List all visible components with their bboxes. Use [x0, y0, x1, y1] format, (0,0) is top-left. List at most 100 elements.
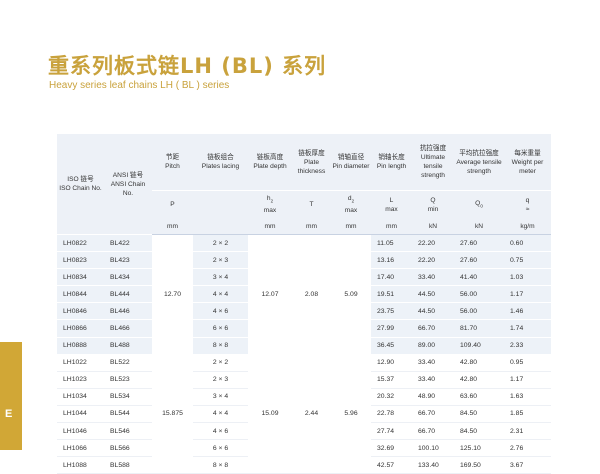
iso-chain-no: LH0823: [57, 251, 104, 270]
pin-length: 42.57: [371, 456, 412, 474]
column-unit-9: kN: [454, 218, 504, 235]
tensile-strength-average: 81.70: [454, 319, 504, 338]
plates-lacing: 2 × 2: [193, 234, 248, 253]
column-symbol-9: Q0: [454, 190, 504, 218]
ansi-chain-no: BL423: [104, 251, 152, 270]
iso-chain-no: LH0846: [57, 302, 104, 321]
plates-lacing: 4 × 6: [193, 302, 248, 321]
pin-length: 27.99: [371, 319, 412, 338]
pin-length: 12.90: [371, 354, 412, 372]
tensile-strength-min: 33.40: [412, 354, 454, 372]
table-group-pitch-15-875: LH1022 BL522 15.875 2 × 2 15.09 2.44 5.96 12.90…: [57, 354, 551, 474]
plates-lacing: 6 × 6: [193, 439, 248, 458]
pitch-value: 15.875: [152, 354, 193, 474]
pin-length: 11.05: [371, 234, 412, 253]
column-header-8: 抗拉强度 Ultimate tensile strength: [412, 134, 454, 191]
plates-lacing: 6 × 6: [193, 319, 248, 338]
iso-chain-no: LH1023: [57, 371, 104, 389]
plate-depth-value: 15.09: [248, 354, 292, 474]
pin-diameter-value: 5.09: [331, 234, 371, 355]
column-header-6: 销轴直径 Pin diameter: [331, 134, 371, 191]
column-symbol-2: P: [152, 190, 193, 218]
tensile-strength-average: 41.40: [454, 268, 504, 287]
plates-lacing: 3 × 4: [193, 388, 248, 406]
pin-length: 22.78: [371, 405, 412, 424]
plates-lacing: 3 × 4: [193, 268, 248, 287]
ansi-chain-no: BL444: [104, 285, 152, 304]
weight-per-meter: 1.46: [504, 302, 551, 321]
tensile-strength-min: 66.70: [412, 405, 454, 424]
weight-per-meter: 2.76: [504, 439, 551, 458]
column-unit-10: kg/m: [504, 218, 551, 235]
tensile-strength-min: 22.20: [412, 234, 454, 253]
iso-chain-no: LH0822: [57, 234, 104, 253]
weight-per-meter: 1.63: [504, 388, 551, 406]
weight-per-meter: 1.85: [504, 405, 551, 424]
tensile-strength-min: 22.20: [412, 251, 454, 270]
iso-chain-no: LH0844: [57, 285, 104, 304]
iso-chain-no: LH1088: [57, 456, 104, 474]
column-unit-6: mm: [331, 218, 371, 235]
pitch-value: 12.70: [152, 234, 193, 355]
tensile-strength-min: 33.40: [412, 371, 454, 389]
column-header-4: 链板高度 Plate depth: [248, 134, 292, 191]
plate-depth-value: 12.07: [248, 234, 292, 355]
weight-per-meter: 2.31: [504, 422, 551, 441]
table-row: LH1022 BL522 15.875 2 × 2 15.09 2.44 5.96 12.90…: [57, 354, 551, 474]
tensile-strength-min: 89.00: [412, 337, 454, 355]
plates-lacing: 2 × 2: [193, 354, 248, 372]
tensile-strength-min: 44.50: [412, 302, 454, 321]
column-header-5: 链板厚度 Plate thickness: [292, 134, 331, 191]
column-symbol-6: d2 max: [331, 190, 371, 218]
weight-per-meter: 3.67: [504, 456, 551, 474]
tensile-strength-average: 84.50: [454, 405, 504, 424]
tensile-strength-average: 84.50: [454, 422, 504, 441]
weight-per-meter: 1.03: [504, 268, 551, 287]
iso-chain-no: LH1066: [57, 439, 104, 458]
ansi-chain-no: BL446: [104, 302, 152, 321]
plates-lacing: 4 × 4: [193, 285, 248, 304]
ansi-chain-no: BL546: [104, 422, 152, 441]
pin-length: 20.32: [371, 388, 412, 406]
plates-lacing: 2 × 3: [193, 251, 248, 270]
table-header: ISO 链号 ISO Chain No. ANSI 链号 ANSI Chain No.…: [57, 134, 551, 235]
section-tab: E: [0, 342, 22, 450]
weight-per-meter: 1.74: [504, 319, 551, 338]
pin-length: 17.40: [371, 268, 412, 287]
pin-diameter-value: 5.96: [331, 354, 371, 474]
weight-per-meter: 0.95: [504, 354, 551, 372]
column-unit-4: mm: [248, 218, 292, 235]
plate-thickness-value: 2.08: [292, 234, 331, 355]
table-row: LH0822 BL422 12.70 2 × 2 12.07 2.08 5.09 11.05 2…: [57, 234, 551, 355]
leaf-chain-spec-table: ISO 链号 ISO Chain No. ANSI 链号 ANSI Chain No.…: [57, 134, 551, 474]
column-symbol-3: [193, 190, 248, 218]
ansi-chain-no: BL466: [104, 319, 152, 338]
tensile-strength-average: 42.80: [454, 354, 504, 372]
tensile-strength-average: 169.50: [454, 456, 504, 474]
ansi-chain-no: BL523: [104, 371, 152, 389]
plates-lacing: 8 × 8: [193, 337, 248, 355]
tensile-strength-min: 33.40: [412, 268, 454, 287]
page-subtitle: Heavy series leaf chains LH ( BL ) serie…: [49, 80, 230, 91]
weight-per-meter: 2.33: [504, 337, 551, 355]
column-unit-7: mm: [371, 218, 412, 235]
plates-lacing: 8 × 8: [193, 456, 248, 474]
tensile-strength-min: 48.90: [412, 388, 454, 406]
iso-chain-no: LH0834: [57, 268, 104, 287]
weight-per-meter: 1.17: [504, 371, 551, 389]
pin-length: 13.16: [371, 251, 412, 270]
table-group-pitch-12-70: LH0822 BL422 12.70 2 × 2 12.07 2.08 5.09 11.05 2…: [57, 234, 551, 355]
tensile-strength-average: 42.80: [454, 371, 504, 389]
column-symbol-8: Qmin: [412, 190, 454, 218]
plates-lacing: 4 × 4: [193, 405, 248, 424]
tensile-strength-average: 56.00: [454, 302, 504, 321]
ansi-chain-no: BL488: [104, 337, 152, 355]
ansi-chain-no: BL566: [104, 439, 152, 458]
tensile-strength-average: 56.00: [454, 285, 504, 304]
plates-lacing: 2 × 3: [193, 371, 248, 389]
iso-chain-no: LH0866: [57, 319, 104, 338]
tensile-strength-average: 27.60: [454, 251, 504, 270]
pin-length: 32.69: [371, 439, 412, 458]
plate-thickness-value: 2.44: [292, 354, 331, 474]
plates-lacing: 4 × 6: [193, 422, 248, 441]
